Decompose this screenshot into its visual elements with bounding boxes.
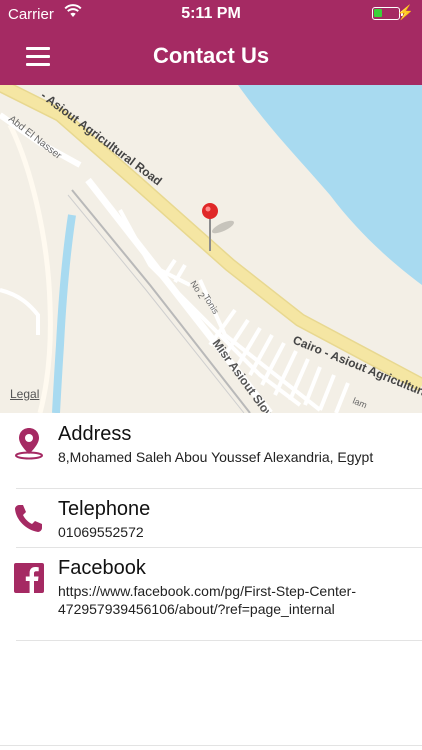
legal-link[interactable]: Legal [10, 387, 39, 401]
address-value: 8,Mohamed Saleh Abou Youssef Alexandria,… [58, 449, 374, 465]
battery-level [374, 9, 382, 17]
contact-list: Address 8,Mohamed Saleh Abou Youssef Ale… [0, 414, 422, 641]
facebook-icon [14, 563, 44, 593]
facebook-title: Facebook [58, 557, 146, 579]
map-pin-icon [15, 428, 43, 460]
address-row[interactable]: Address 8,Mohamed Saleh Abou Youssef Ale… [15, 414, 422, 489]
page-title: Contact Us [152, 43, 270, 68]
map-view[interactable]: - Asiout Agricultural Road Cairo - Asiou… [0, 85, 422, 413]
map-canvas[interactable]: - Asiout Agricultural Road Cairo - Asiou… [0, 85, 422, 413]
telephone-row[interactable]: Telephone 01069552572 [15, 489, 422, 548]
address-title: Address [58, 423, 132, 445]
status-bar: Carrier 5:11 PM ⚡ [0, 0, 422, 28]
telephone-value: 01069552572 [58, 524, 144, 540]
telephone-title: Telephone [58, 498, 151, 520]
charging-icon: ⚡ [396, 4, 414, 20]
nav-bar: Contact Us [0, 28, 422, 85]
facebook-link[interactable]: https://www.facebook.com/pg/First-Step-C… [58, 582, 402, 618]
clock: 5:11 PM [181, 5, 241, 22]
facebook-row[interactable]: Facebook https://www.facebook.com/pg/Fir… [14, 548, 422, 641]
phone-icon [15, 505, 42, 532]
bottom-divider [0, 745, 422, 746]
